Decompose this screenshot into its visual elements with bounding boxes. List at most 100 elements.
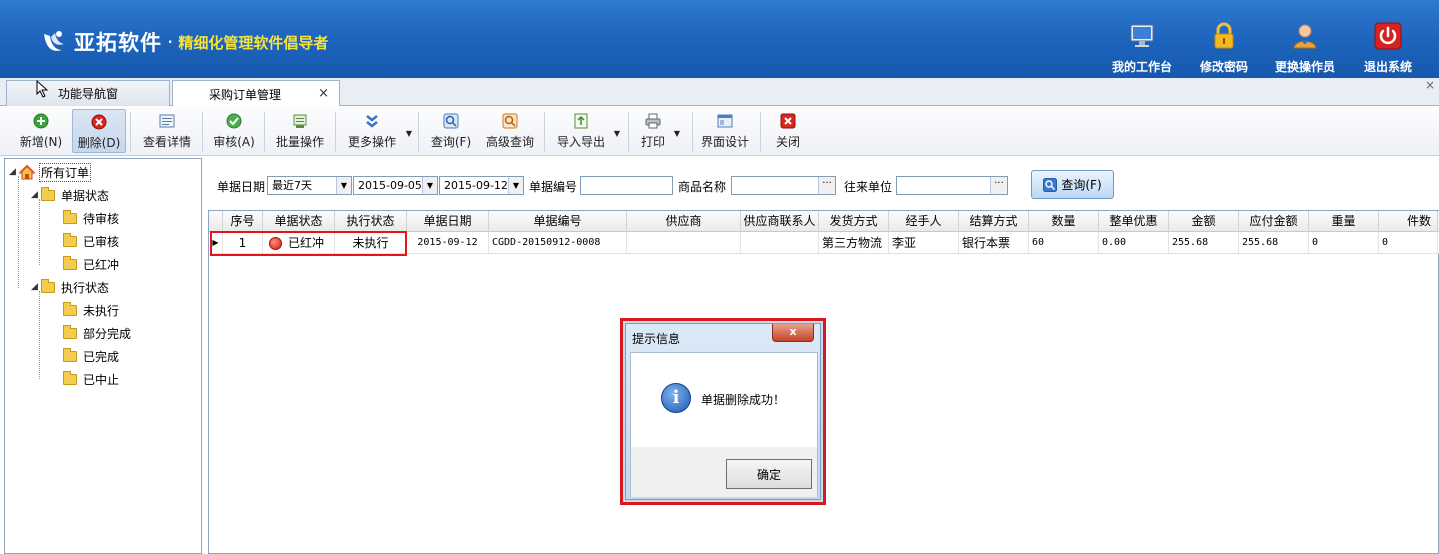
- toolbar-separator: [760, 112, 761, 152]
- tree-group-exec-status[interactable]: ◢ 执行状态: [31, 278, 109, 296]
- tab-navigation[interactable]: 功能导航窗: [6, 80, 170, 106]
- doc-no-input[interactable]: [580, 176, 673, 195]
- batch-icon: [292, 113, 308, 129]
- folder-icon: [63, 232, 77, 247]
- column-header[interactable]: 供应商: [627, 211, 741, 232]
- delete-icon: [91, 114, 107, 130]
- cell-qty: 60: [1029, 232, 1099, 254]
- advanced-query-button[interactable]: 高级查询: [482, 109, 538, 153]
- highlight-annotation-box: [210, 231, 407, 256]
- window-close-icon[interactable]: ×: [1425, 78, 1435, 92]
- print-button[interactable]: 打印 ▼: [636, 109, 680, 153]
- change-password-button[interactable]: 修改密码: [1184, 22, 1264, 76]
- column-header[interactable]: 数量: [1029, 211, 1099, 232]
- dialog-title: 提示信息: [632, 332, 681, 346]
- tab-purchase-orders[interactable]: 采购订单管理 ×: [172, 80, 340, 107]
- cell-doc-no: CGDD-20150912-0008: [489, 232, 627, 254]
- add-icon: [33, 113, 49, 129]
- exit-system-button[interactable]: 退出系统: [1348, 22, 1428, 76]
- close-button[interactable]: 关闭: [770, 109, 806, 153]
- dialog-close-icon[interactable]: x: [772, 324, 814, 342]
- folder-icon: [63, 370, 77, 385]
- date-from-picker[interactable]: 2015-09-05 ▼: [353, 176, 438, 195]
- folder-icon: [63, 347, 77, 362]
- column-header[interactable]: 经手人: [889, 211, 959, 232]
- column-header[interactable]: 金额: [1169, 211, 1239, 232]
- tree-item-audited[interactable]: 已审核: [63, 232, 119, 250]
- tree-item-pending-audit[interactable]: 待审核: [63, 209, 119, 227]
- column-header[interactable]: 单据日期: [407, 211, 489, 232]
- add-button[interactable]: 新增(N): [12, 109, 70, 153]
- tree-group-doc-status[interactable]: ◢ 单据状态: [31, 186, 109, 204]
- filter-query-button[interactable]: 查询(F): [1031, 170, 1114, 199]
- collapse-triangle-icon[interactable]: ◢: [9, 167, 19, 177]
- delete-button[interactable]: 删除(D): [72, 109, 126, 153]
- partner-label: 往来单位: [844, 180, 893, 194]
- column-header[interactable]: 结算方式: [959, 211, 1029, 232]
- query-button[interactable]: 查询(F): [426, 109, 476, 153]
- goods-name-input[interactable]: ···: [731, 176, 836, 195]
- tab-close-icon[interactable]: ×: [318, 86, 329, 101]
- tree-item-partially-complete[interactable]: 部分完成: [63, 324, 131, 342]
- dropdown-arrow-icon[interactable]: ▼: [674, 129, 680, 138]
- dialog-footer: 确定: [631, 447, 817, 497]
- import-export-button[interactable]: 导入导出 ▼: [552, 109, 620, 153]
- search-icon: [1043, 177, 1058, 192]
- search-icon: [443, 113, 459, 129]
- column-header[interactable]: 序号: [223, 211, 263, 232]
- logo-mark-icon: [40, 28, 68, 56]
- batch-operation-button[interactable]: 批量操作: [270, 109, 330, 153]
- column-header[interactable]: 件数: [1379, 211, 1438, 232]
- date-range-select[interactable]: 最近7天 ▼: [267, 176, 352, 195]
- tree-item-completed[interactable]: 已完成: [63, 347, 119, 365]
- audit-button[interactable]: 审核(A): [208, 109, 260, 153]
- dialog-body: i 单据删除成功！ 确定: [630, 352, 818, 497]
- cell-weight: 0: [1309, 232, 1379, 254]
- browse-dots-button[interactable]: ···: [818, 177, 835, 194]
- brand-slogan: 精细化管理软件倡导者: [178, 33, 329, 52]
- tree-root-all-orders[interactable]: ◢ 所有订单: [9, 162, 92, 182]
- tree-item-terminated[interactable]: 已中止: [63, 370, 119, 388]
- switch-operator-button[interactable]: 更换操作员: [1265, 22, 1345, 76]
- mouse-cursor-icon: [36, 80, 49, 98]
- app-window: 亚拓软件 · 精细化管理软件倡导者 我的工作台 修改密码 更换操作员 退出系统 …: [0, 0, 1439, 554]
- message-dialog: 提示信息 x i 单据删除成功！ 确定: [625, 323, 821, 500]
- ok-button[interactable]: 确定: [726, 459, 812, 489]
- column-header[interactable]: 供应商联系人: [741, 211, 819, 232]
- double-chevron-down-icon: [364, 113, 380, 129]
- chevron-down-icon: ▼: [336, 177, 351, 194]
- tree-item-red-reversed[interactable]: 已红冲: [63, 255, 119, 273]
- message-dialog-highlight: 提示信息 x i 单据删除成功！ 确定: [620, 318, 826, 505]
- cell-handler: 李亚: [889, 232, 959, 254]
- tab-purchase-orders-label: 采购订单管理: [209, 87, 282, 102]
- cell-amount: 255.68: [1169, 232, 1239, 254]
- column-header[interactable]: 执行状态: [335, 211, 407, 232]
- tree-item-not-executed[interactable]: 未执行: [63, 301, 119, 319]
- column-header[interactable]: 单据状态: [263, 211, 335, 232]
- dropdown-arrow-icon[interactable]: ▼: [406, 129, 412, 138]
- ui-design-button[interactable]: 界面设计: [698, 109, 752, 153]
- browse-dots-button[interactable]: ···: [990, 177, 1007, 194]
- column-header[interactable]: 单据编号: [489, 211, 627, 232]
- partner-input[interactable]: ···: [896, 176, 1008, 195]
- column-header[interactable]: 发货方式: [819, 211, 889, 232]
- more-operations-button[interactable]: 更多操作 ▼: [342, 109, 412, 153]
- toolbar-separator: [335, 112, 336, 152]
- toolbar-separator: [130, 112, 131, 152]
- dropdown-arrow-icon[interactable]: ▼: [614, 129, 620, 138]
- tab-navigation-label: 功能导航窗: [57, 87, 118, 101]
- goods-name-label: 商品名称: [678, 180, 727, 194]
- chevron-down-icon: ▼: [422, 177, 437, 194]
- logo: 亚拓软件 · 精细化管理软件倡导者: [40, 27, 328, 57]
- my-workbench-button[interactable]: 我的工作台: [1102, 22, 1182, 76]
- cell-ship-method: 第三方物流: [819, 232, 889, 254]
- collapse-triangle-icon[interactable]: ◢: [31, 190, 41, 200]
- view-detail-button[interactable]: 查看详情: [137, 109, 197, 153]
- collapse-triangle-icon[interactable]: ◢: [31, 282, 41, 292]
- column-header[interactable]: 应付金额: [1239, 211, 1309, 232]
- column-header[interactable]: 整单优惠: [1099, 211, 1169, 232]
- column-header[interactable]: 重量: [1309, 211, 1379, 232]
- date-to-picker[interactable]: 2015-09-12 ▼: [439, 176, 524, 195]
- user-icon: [1291, 22, 1319, 50]
- folder-icon: [63, 255, 77, 270]
